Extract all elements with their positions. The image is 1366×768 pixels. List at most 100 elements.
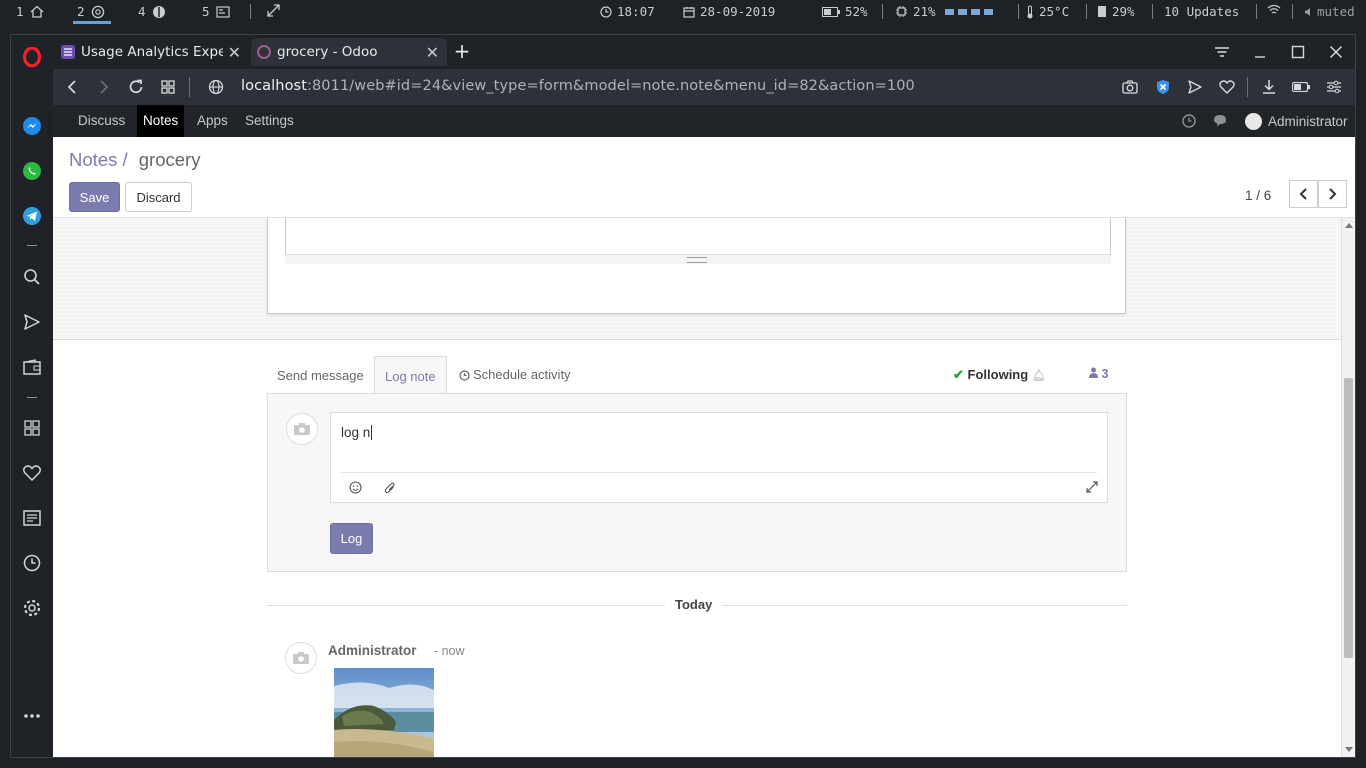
wallet-icon[interactable] [21, 356, 43, 378]
share-send-icon[interactable] [1186, 78, 1204, 96]
following-button[interactable]: ✔ Following 🔔︎ [953, 367, 1046, 383]
author-avatar [286, 413, 318, 445]
odoo-webclient: Discuss Notes Apps Settings Administrato… [53, 105, 1355, 757]
url-path: :8011/web#id=24&view_type=form&model=not… [307, 78, 915, 94]
close-tab-icon[interactable]: ✕ [426, 43, 439, 62]
speed-dial-icon[interactable] [21, 417, 43, 439]
message-attachment-image[interactable] [334, 668, 434, 757]
calendar-icon [683, 6, 695, 18]
followers-button[interactable]: 3 [1089, 367, 1108, 381]
battery-widget: 52% [822, 4, 868, 19]
scrollbar-thumb[interactable] [1344, 378, 1353, 658]
log-note-tab[interactable]: Log note [374, 356, 447, 394]
spreadsheet-favicon-icon [61, 45, 75, 59]
bookmark-heart-icon[interactable] [1218, 78, 1236, 96]
tab-menu-icon[interactable] [1213, 43, 1231, 61]
workspace-4[interactable]: 4 [138, 4, 166, 19]
log-button[interactable]: Log [330, 523, 373, 554]
save-button[interactable]: Save [69, 182, 120, 212]
bell-icon[interactable]: 🔔︎ [1032, 370, 1046, 382]
battery-saver-icon[interactable] [1292, 78, 1310, 96]
breadcrumb-notes-link[interactable]: Notes [69, 149, 117, 170]
breadcrumb: Notes / grocery [69, 149, 200, 171]
scroll-down-arrow-icon[interactable] [1345, 747, 1353, 753]
memory-icon [1098, 6, 1106, 17]
editor-resize-handle[interactable] [285, 254, 1111, 264]
reload-icon[interactable] [127, 78, 145, 96]
back-icon[interactable] [63, 78, 81, 96]
tab-usage-analytics[interactable]: Usage Analytics Experiment ✕ [55, 38, 249, 66]
message-author[interactable]: Administrator [328, 643, 417, 658]
user-icon [1089, 367, 1098, 378]
send-icon[interactable] [21, 311, 43, 333]
tab-grocery-odoo[interactable]: grocery - Odoo ✕ [251, 38, 447, 66]
activity-clock-icon[interactable] [1182, 114, 1196, 131]
settings-icon[interactable] [21, 597, 43, 619]
globe-icon[interactable] [207, 78, 225, 96]
note-textarea[interactable]: log n [330, 412, 1108, 503]
menu-apps[interactable]: Apps [191, 105, 234, 137]
cpu-icon [896, 6, 907, 17]
page-scrollbar[interactable] [1341, 218, 1355, 757]
tabs-grid-icon[interactable] [159, 78, 177, 96]
scroll-up-arrow-icon[interactable] [1345, 222, 1353, 228]
terminal-icon [215, 5, 230, 18]
tab-title: Usage Analytics Experiment [81, 44, 223, 60]
paperclip-icon[interactable] [384, 481, 396, 494]
news-icon[interactable] [21, 507, 43, 529]
telegram-icon[interactable] [21, 205, 43, 227]
url-field[interactable]: localhost:8011/web#id=24&view_type=form&… [241, 78, 915, 94]
new-tab-plus-icon[interactable]: + [453, 39, 471, 63]
clock-icon [459, 369, 470, 381]
pager-next-button[interactable] [1318, 180, 1347, 208]
menu-notes[interactable]: Notes [137, 105, 185, 137]
schedule-activity-tab[interactable]: Schedule activity [459, 356, 571, 394]
updates-widget[interactable]: 10 Updates [1164, 4, 1239, 19]
menu-discuss[interactable]: Discuss [72, 105, 131, 137]
search-icon[interactable] [21, 266, 43, 288]
close-tab-icon[interactable]: ✕ [228, 43, 241, 62]
pager-value[interactable]: 1 / 6 [1245, 188, 1271, 203]
workspace-2[interactable]: 2 [73, 4, 110, 24]
schedule-activity-label: Schedule activity [473, 367, 571, 382]
menu-settings[interactable]: Settings [239, 105, 300, 137]
opera-logo-icon[interactable] [21, 46, 43, 68]
user-menu[interactable]: Administrator [1245, 113, 1348, 130]
whatsapp-icon[interactable] [21, 160, 43, 182]
discard-button[interactable]: Discard [125, 182, 192, 212]
emoji-icon[interactable] [349, 481, 362, 494]
leaf-icon [152, 5, 165, 18]
messaging-chat-icon[interactable] [1213, 114, 1229, 131]
maximize-icon[interactable] [1289, 43, 1307, 61]
workspace-5[interactable]: 5 [202, 4, 230, 19]
minimize-icon[interactable] [1251, 43, 1269, 61]
fullscreen-icon[interactable] [267, 4, 280, 17]
chrome-icon [91, 5, 104, 18]
adblock-shield-icon[interactable] [1154, 78, 1172, 96]
battery-icon [822, 6, 840, 17]
message-author-avatar [285, 642, 317, 674]
close-window-icon[interactable] [1327, 43, 1345, 61]
expand-icon[interactable] [1086, 481, 1098, 493]
wifi-icon[interactable] [1267, 4, 1281, 15]
pager-previous-button[interactable] [1289, 180, 1318, 208]
note-text: log n [341, 425, 371, 440]
history-icon[interactable] [21, 552, 43, 574]
workspace-number: 2 [77, 4, 85, 19]
breadcrumb-current: grocery [138, 149, 201, 170]
workspace-number: 4 [138, 4, 146, 19]
snapshot-camera-icon[interactable] [1121, 78, 1139, 96]
camera-placeholder-icon [294, 423, 310, 435]
volume-widget[interactable]: muted [1304, 4, 1355, 19]
browser-sidebar [11, 35, 53, 757]
updates-text: 10 Updates [1164, 4, 1240, 19]
more-icon[interactable] [21, 705, 43, 727]
messenger-icon[interactable] [21, 115, 43, 137]
workspace-1[interactable]: 1 [16, 4, 44, 19]
easy-setup-icon[interactable] [1325, 78, 1343, 96]
send-message-tab[interactable]: Send message [277, 356, 364, 394]
download-icon[interactable] [1260, 78, 1278, 96]
heart-icon[interactable] [21, 462, 43, 484]
date-widget: 28-09-2019 [683, 4, 775, 19]
forward-icon[interactable] [95, 78, 113, 96]
